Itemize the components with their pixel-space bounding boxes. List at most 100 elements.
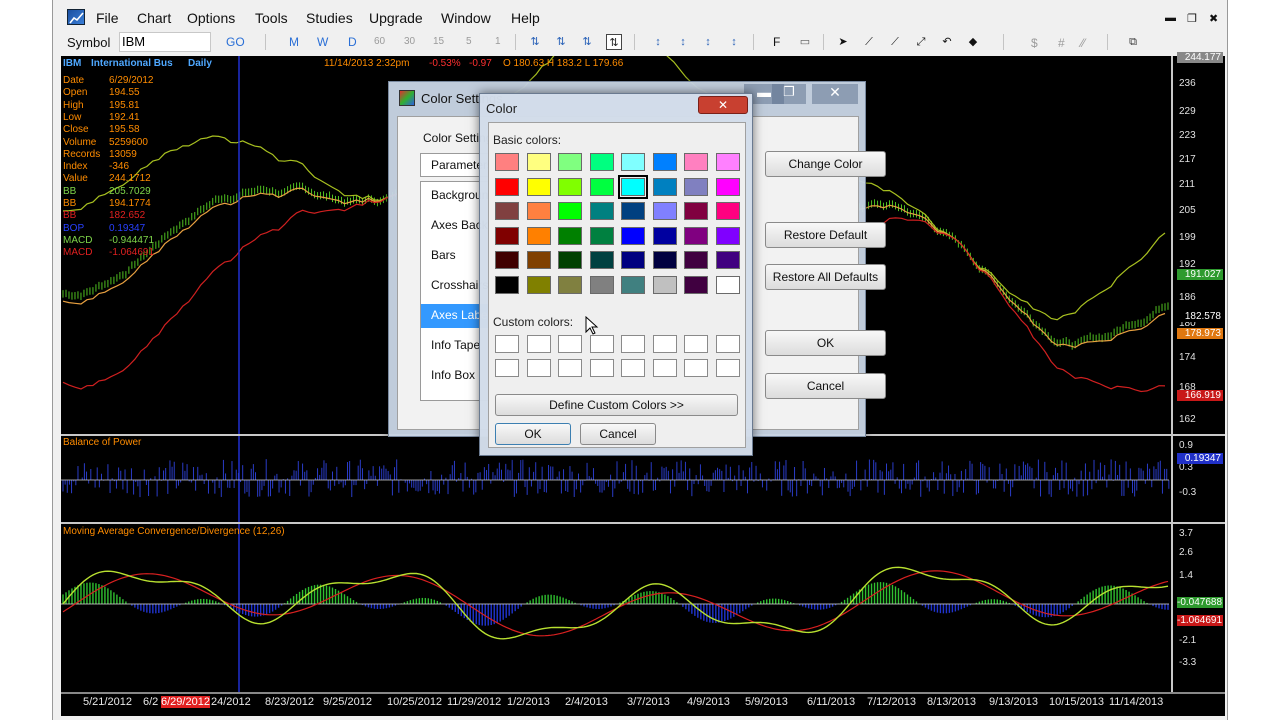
- custom-color-swatch[interactable]: [589, 335, 614, 353]
- period-weekly-button[interactable]: W: [317, 35, 328, 49]
- extended-line-icon[interactable]: ⤢: [913, 34, 929, 50]
- menu-chart[interactable]: Chart: [137, 10, 171, 26]
- menu-studies[interactable]: Studies: [306, 10, 353, 26]
- color-swatch[interactable]: [715, 275, 740, 294]
- color-swatch[interactable]: [684, 275, 708, 294]
- color-swatch[interactable]: [715, 226, 740, 245]
- close-button[interactable]: ✖: [1209, 12, 1218, 25]
- indicator-icon[interactable]: ⁄⁄: [1081, 36, 1085, 50]
- color-swatch[interactable]: [495, 177, 519, 196]
- color-swatch[interactable]: [558, 275, 582, 294]
- custom-color-swatch[interactable]: [684, 335, 708, 353]
- color-swatch[interactable]: [526, 153, 551, 171]
- color-swatch[interactable]: [495, 226, 519, 245]
- color-swatch[interactable]: [618, 174, 648, 199]
- color-swatch[interactable]: [558, 251, 582, 269]
- custom-color-swatch[interactable]: [558, 335, 582, 353]
- menu-options[interactable]: Options: [187, 10, 235, 26]
- restore-button[interactable]: ❐: [1187, 12, 1197, 25]
- custom-color-swatch[interactable]: [684, 359, 708, 377]
- settings-cancel-button[interactable]: Cancel: [765, 373, 886, 399]
- period-daily-button[interactable]: D: [348, 35, 357, 49]
- bar-type-ohlc-icon[interactable]: ⇅: [527, 34, 543, 50]
- color-swatch[interactable]: [526, 251, 551, 269]
- restore-all-defaults-button[interactable]: Restore All Defaults: [765, 264, 886, 290]
- export-icon[interactable]: ⧉: [1125, 34, 1141, 50]
- menu-help[interactable]: Help: [511, 10, 540, 26]
- color-swatch[interactable]: [715, 177, 740, 196]
- color-swatch[interactable]: [621, 226, 645, 245]
- custom-color-swatch[interactable]: [526, 335, 551, 353]
- interval-30-button[interactable]: 30: [404, 36, 415, 47]
- color-swatch[interactable]: [652, 177, 677, 196]
- interval-5-button[interactable]: 5: [466, 36, 472, 47]
- color-swatch[interactable]: [621, 275, 645, 294]
- color-swatch[interactable]: [558, 226, 582, 245]
- restore-default-button[interactable]: Restore Default: [765, 222, 886, 248]
- color-swatch[interactable]: [684, 153, 708, 171]
- color-swatch[interactable]: [589, 177, 614, 196]
- color-swatch[interactable]: [652, 251, 677, 269]
- custom-color-swatch[interactable]: [495, 359, 519, 377]
- color-swatch[interactable]: [558, 153, 582, 171]
- custom-color-swatch[interactable]: [495, 335, 519, 353]
- minimize-button[interactable]: ▬: [1165, 12, 1176, 24]
- hash-icon[interactable]: #: [1058, 36, 1065, 50]
- auto-scale-icon[interactable]: ↕: [700, 34, 716, 50]
- change-color-button[interactable]: Change Color: [765, 151, 886, 177]
- go-button[interactable]: GO: [226, 35, 245, 49]
- color-swatch[interactable]: [526, 177, 551, 196]
- trendline-icon[interactable]: ⟋: [861, 34, 877, 50]
- custom-color-swatch[interactable]: [526, 359, 551, 377]
- color-swatch[interactable]: [558, 177, 582, 196]
- color-swatch[interactable]: [715, 202, 740, 220]
- color-swatch[interactable]: [652, 153, 677, 171]
- color-swatch[interactable]: [621, 202, 645, 220]
- color-swatch[interactable]: [589, 275, 614, 294]
- color-swatch[interactable]: [684, 177, 708, 196]
- color-swatch[interactable]: [652, 275, 677, 294]
- font-button[interactable]: F: [773, 35, 780, 49]
- interval-60-button[interactable]: 60: [374, 36, 385, 47]
- custom-color-swatch[interactable]: [652, 335, 677, 353]
- arc-tool-icon[interactable]: ↶: [939, 34, 955, 50]
- custom-color-swatch[interactable]: [652, 359, 677, 377]
- bar-type-candle-icon[interactable]: ⇅: [579, 34, 595, 50]
- color-swatch[interactable]: [621, 153, 645, 171]
- currency-icon[interactable]: $: [1031, 36, 1038, 50]
- color-swatch[interactable]: [558, 202, 582, 220]
- color-swatch[interactable]: [526, 202, 551, 220]
- menu-upgrade[interactable]: Upgrade: [369, 10, 423, 26]
- color-swatch[interactable]: [495, 153, 519, 171]
- manual-scale-icon[interactable]: ↕: [726, 34, 742, 50]
- bar-type-selected-icon[interactable]: ⇅: [606, 34, 622, 50]
- custom-color-swatch[interactable]: [558, 359, 582, 377]
- color-swatch[interactable]: [715, 251, 740, 269]
- dialog-close-button[interactable]: ✕: [812, 84, 858, 104]
- color-swatch[interactable]: [526, 275, 551, 294]
- bar-type-hlc-icon[interactable]: ⇅: [553, 34, 569, 50]
- custom-color-swatch[interactable]: [621, 359, 645, 377]
- interval-1-button[interactable]: 1: [495, 36, 501, 47]
- color-swatch[interactable]: [684, 226, 708, 245]
- color-swatch[interactable]: [684, 202, 708, 220]
- color-swatch[interactable]: [652, 202, 677, 220]
- color-swatch[interactable]: [684, 251, 708, 269]
- custom-color-swatch[interactable]: [621, 335, 645, 353]
- custom-color-swatch[interactable]: [715, 359, 740, 377]
- dialog-maximize-button[interactable]: ❐: [772, 84, 806, 104]
- define-custom-colors-button[interactable]: Define Custom Colors >>: [495, 394, 738, 416]
- color-ok-button[interactable]: OK: [495, 423, 571, 445]
- color-cancel-button[interactable]: Cancel: [580, 423, 656, 445]
- color-swatch[interactable]: [495, 251, 519, 269]
- pointer-icon[interactable]: ➤: [835, 34, 851, 50]
- color-swatch[interactable]: [589, 251, 614, 269]
- symbol-input[interactable]: IBM: [119, 32, 211, 52]
- menu-tools[interactable]: Tools: [255, 10, 288, 26]
- log-scale-icon[interactable]: ↕: [675, 34, 691, 50]
- linear-scale-icon[interactable]: ↕: [650, 34, 666, 50]
- color-dialog-close-button[interactable]: ✕: [698, 96, 748, 114]
- menu-file[interactable]: File: [96, 10, 119, 26]
- interval-15-button[interactable]: 15: [433, 36, 444, 47]
- color-swatch[interactable]: [621, 251, 645, 269]
